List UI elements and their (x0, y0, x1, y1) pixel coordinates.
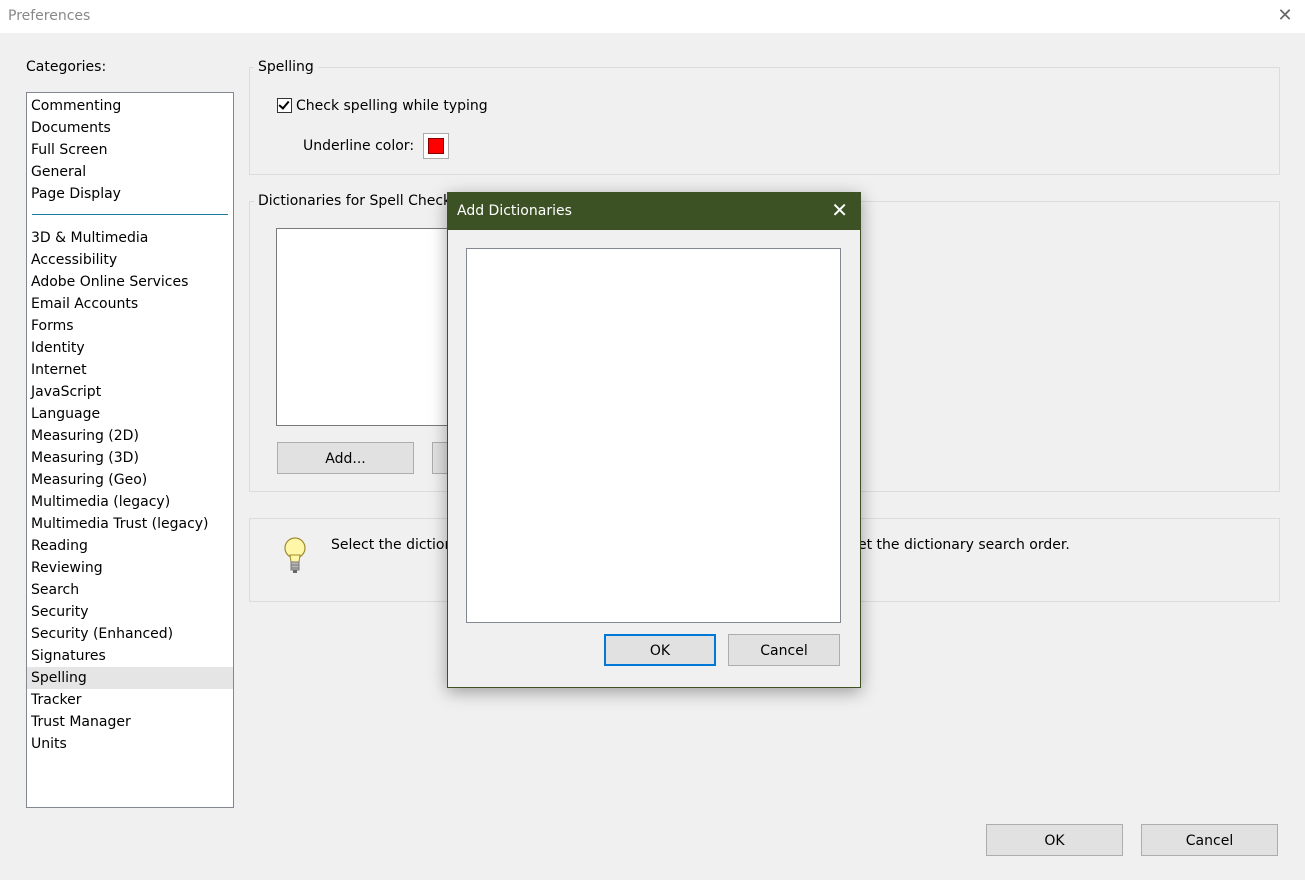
category-item-search[interactable]: Search (31, 579, 79, 601)
add-dictionary-button[interactable]: Add... (277, 442, 414, 474)
add-dictionaries-dialog: Add Dictionaries ✕ OK Cancel (447, 192, 861, 688)
category-item-measuring-geo[interactable]: Measuring (Geo) (31, 469, 147, 491)
category-item-commenting[interactable]: Commenting (31, 95, 121, 117)
category-item-measuring-2d[interactable]: Measuring (2D) (31, 425, 139, 447)
category-item-3d-multimedia[interactable]: 3D & Multimedia (31, 227, 148, 249)
category-item-tracker[interactable]: Tracker (31, 689, 82, 711)
tip-text-right: et the dictionary search order. (858, 537, 1070, 553)
window-title: Preferences (8, 8, 91, 24)
dialog-cancel-button[interactable]: Cancel (728, 634, 840, 666)
window-titlebar: Preferences ✕ (0, 0, 1305, 33)
category-item-trust-manager[interactable]: Trust Manager (31, 711, 131, 733)
category-item-security[interactable]: Security (31, 601, 89, 623)
categories-list[interactable]: Commenting Documents Full Screen General… (26, 92, 234, 808)
category-item-forms[interactable]: Forms (31, 315, 74, 337)
color-swatch-fill (428, 138, 444, 154)
dialog-titlebar: Add Dictionaries ✕ (448, 193, 860, 230)
category-item-email-accounts[interactable]: Email Accounts (31, 293, 138, 315)
category-item-identity[interactable]: Identity (31, 337, 85, 359)
dictionaries-group-title: Dictionaries for Spell Check (254, 193, 456, 209)
category-item-multimedia-legacy[interactable]: Multimedia (legacy) (31, 491, 170, 513)
dialog-dictionary-list[interactable] (466, 248, 841, 623)
lightbulb-icon (282, 535, 308, 575)
dictionaries-list[interactable] (276, 228, 458, 426)
category-item-language[interactable]: Language (31, 403, 100, 425)
check-spelling-checkbox[interactable] (277, 98, 292, 113)
dialog-title: Add Dictionaries (457, 203, 572, 219)
category-item-general[interactable]: General (31, 161, 86, 183)
category-item-signatures[interactable]: Signatures (31, 645, 106, 667)
category-item-internet[interactable]: Internet (31, 359, 87, 381)
category-divider (32, 214, 228, 215)
checkmark-icon (278, 98, 290, 110)
tip-text-left: Select the diction (331, 537, 454, 553)
category-item-page-display[interactable]: Page Display (31, 183, 121, 205)
ok-button[interactable]: OK (986, 824, 1123, 856)
dialog-close-icon[interactable]: ✕ (831, 200, 848, 220)
spelling-group (249, 67, 1280, 175)
category-item-javascript[interactable]: JavaScript (31, 381, 101, 403)
category-item-documents[interactable]: Documents (31, 117, 111, 139)
spelling-group-title: Spelling (254, 59, 318, 75)
category-item-multimedia-trust-legacy[interactable]: Multimedia Trust (legacy) (31, 513, 209, 535)
check-spelling-label[interactable]: Check spelling while typing (296, 98, 488, 114)
category-item-units[interactable]: Units (31, 733, 67, 755)
category-item-adobe-online-services[interactable]: Adobe Online Services (31, 271, 188, 293)
category-item-reviewing[interactable]: Reviewing (31, 557, 103, 579)
underline-color-swatch[interactable] (423, 133, 449, 159)
category-item-reading[interactable]: Reading (31, 535, 88, 557)
window-close-icon[interactable]: ✕ (1275, 6, 1295, 26)
category-item-security-enhanced[interactable]: Security (Enhanced) (31, 623, 173, 645)
category-item-full-screen[interactable]: Full Screen (31, 139, 108, 161)
dialog-ok-button[interactable]: OK (604, 634, 716, 666)
cancel-button[interactable]: Cancel (1141, 824, 1278, 856)
underline-color-label: Underline color: (303, 138, 415, 154)
categories-label: Categories: (26, 59, 107, 75)
category-item-accessibility[interactable]: Accessibility (31, 249, 117, 271)
category-item-measuring-3d[interactable]: Measuring (3D) (31, 447, 139, 469)
category-item-spelling[interactable]: Spelling (31, 667, 87, 689)
